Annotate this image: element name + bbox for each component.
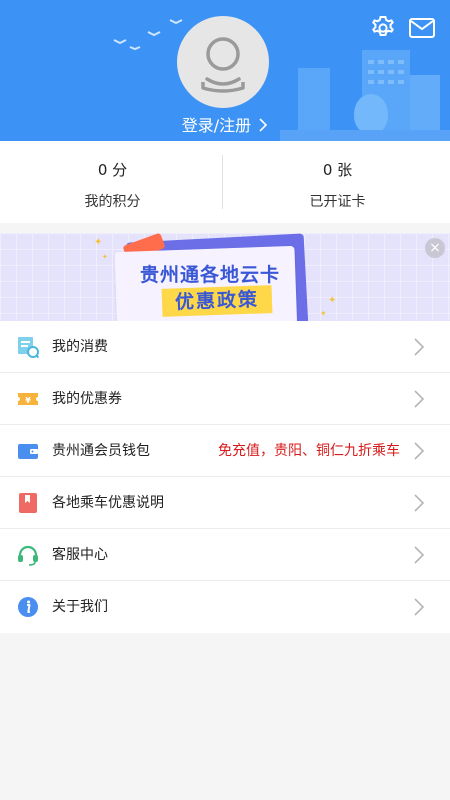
banner-title-line1: 贵州通各地云卡 bbox=[139, 264, 280, 286]
menu-item-wallet[interactable]: 贵州通会员钱包 免充值，贵阳、铜仁九折乘车 bbox=[0, 425, 450, 477]
menu-item-label: 我的优惠券 bbox=[52, 391, 122, 407]
stats-divider bbox=[222, 155, 223, 209]
points-label: 我的积分 bbox=[84, 194, 141, 210]
menu-item-consumption[interactable]: 我的消费 bbox=[0, 321, 450, 373]
menu-item-coupons[interactable]: ¥ 我的优惠券 bbox=[0, 373, 450, 425]
chevron-right-icon bbox=[414, 598, 425, 616]
wallet-icon bbox=[18, 444, 38, 459]
gear-icon[interactable] bbox=[369, 14, 397, 42]
menu-item-ride-discounts[interactable]: 各地乘车优惠说明 bbox=[0, 477, 450, 529]
menu-list: 我的消费 ¥ 我的优惠券 贵州通会员钱包 免充值，贵阳、铜仁九折乘车 各地乘车优… bbox=[0, 321, 450, 633]
points-stat[interactable]: 0 分 我的积分 bbox=[0, 141, 225, 223]
consumption-receipt-icon bbox=[18, 337, 39, 358]
login-register-link[interactable]: 登录/注册 bbox=[0, 112, 450, 136]
sparkle-icon: ✦ bbox=[320, 309, 327, 318]
promo-banner[interactable]: 贵州通各地云卡 优惠政策 ✦ ✦ ✦ ✦ × bbox=[0, 233, 450, 321]
headset-icon bbox=[18, 545, 38, 566]
sparkle-icon: ✦ bbox=[102, 253, 108, 261]
chevron-right-icon bbox=[414, 546, 425, 564]
chevron-right-icon bbox=[414, 494, 425, 512]
chevron-right-icon bbox=[259, 118, 268, 132]
points-value: 0 分 bbox=[97, 161, 128, 179]
stats-panel: 0 分 我的积分 0 张 已开证卡 bbox=[0, 141, 450, 223]
menu-item-about-us[interactable]: 关于我们 bbox=[0, 581, 450, 633]
chevron-right-icon bbox=[414, 338, 425, 356]
wallet-promo-text: 免充值，贵阳、铜仁九折乘车 bbox=[218, 443, 400, 459]
menu-item-customer-service[interactable]: 客服中心 bbox=[0, 529, 450, 581]
mail-icon[interactable] bbox=[409, 18, 435, 38]
cards-stat[interactable]: 0 张 已开证卡 bbox=[225, 141, 450, 223]
login-register-label: 登录/注册 bbox=[181, 116, 252, 135]
avatar-icon bbox=[201, 37, 245, 93]
cards-label: 已开证卡 bbox=[309, 194, 366, 210]
chevron-right-icon bbox=[414, 390, 425, 408]
coupon-ticket-icon: ¥ bbox=[18, 393, 38, 405]
cards-value: 0 张 bbox=[322, 161, 353, 179]
bookmark-book-icon bbox=[19, 493, 37, 513]
sparkle-icon: ✦ bbox=[94, 237, 103, 248]
banner-close-button[interactable]: × bbox=[425, 238, 445, 258]
chevron-right-icon bbox=[414, 442, 425, 460]
menu-item-label: 客服中心 bbox=[52, 547, 108, 563]
avatar[interactable] bbox=[177, 16, 269, 108]
profile-header: 登录/注册 bbox=[0, 0, 450, 141]
banner-title-line2: 优惠政策 bbox=[161, 285, 273, 317]
menu-item-label: 关于我们 bbox=[52, 599, 108, 615]
menu-item-label: 贵州通会员钱包 bbox=[52, 443, 150, 459]
info-icon bbox=[18, 597, 38, 617]
menu-item-label: 我的消费 bbox=[52, 339, 108, 355]
sparkle-icon: ✦ bbox=[328, 295, 337, 306]
svg-text:¥: ¥ bbox=[25, 396, 31, 405]
menu-item-label: 各地乘车优惠说明 bbox=[52, 495, 164, 511]
